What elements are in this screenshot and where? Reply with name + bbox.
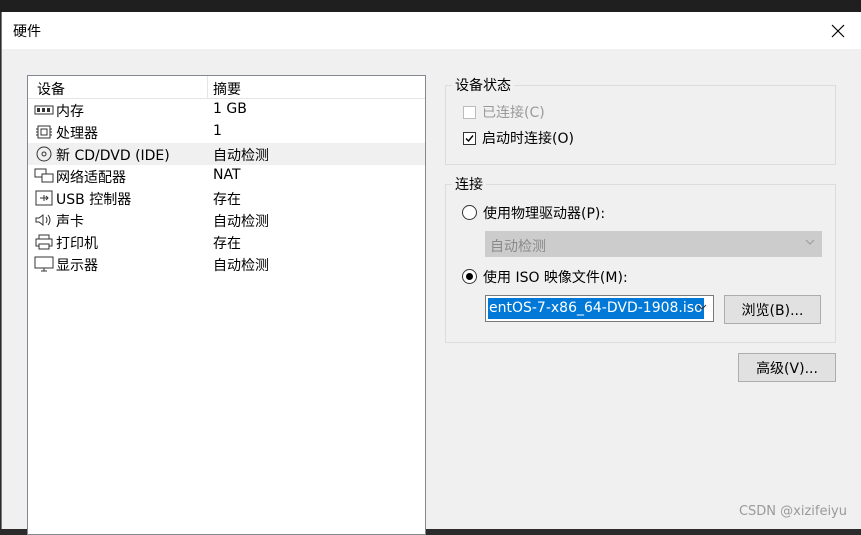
connect-at-power-on-checkbox[interactable] (463, 132, 476, 145)
background-strip (0, 0, 861, 12)
iso-image-label: 使用 ISO 映像文件(M): (483, 270, 628, 286)
dialog-title: 硬件 (13, 24, 41, 40)
chevron-down-icon (697, 304, 707, 310)
column-device[interactable]: 设备 (37, 79, 65, 99)
device-name: 网络适配器 (56, 170, 126, 186)
device-row-memory[interactable]: 内存 1 GB (28, 99, 425, 121)
iso-image-radio[interactable] (462, 269, 477, 284)
device-summary: 自动检测 (213, 148, 269, 164)
device-list[interactable]: 设备 摘要 内存 1 GB 处理器 1 新 CD/DVD (IDE) 自动检测 … (27, 75, 426, 535)
device-summary: NAT (213, 167, 241, 183)
device-name: 新 CD/DVD (IDE) (56, 148, 170, 164)
device-summary: 自动检测 (213, 258, 269, 274)
device-row-display[interactable]: 显示器 自动检测 (28, 253, 425, 275)
iso-path-value[interactable]: entOS-7-x86_64-DVD-1908.iso (488, 298, 704, 319)
browse-label: 浏览(B)... (741, 302, 804, 319)
device-name: 声卡 (56, 214, 84, 230)
device-row-processor[interactable]: 处理器 1 (28, 121, 425, 143)
usb-icon (35, 190, 53, 206)
processor-icon (36, 125, 52, 139)
physical-drive-radio[interactable] (462, 205, 477, 220)
device-row-sound[interactable]: 声卡 自动检测 (28, 209, 425, 231)
device-summary: 存在 (213, 192, 241, 208)
device-status-title: 设备状态 (452, 75, 514, 95)
device-name: USB 控制器 (56, 192, 132, 208)
cd-dvd-icon (36, 146, 52, 162)
device-summary: 1 (213, 123, 222, 139)
chevron-down-icon (805, 239, 815, 245)
advanced-label: 高级(V)... (756, 360, 818, 377)
device-list-header: 设备 摘要 (28, 76, 425, 99)
monitor-icon (34, 256, 54, 272)
device-row-printer[interactable]: 打印机 存在 (28, 231, 425, 253)
device-row-cd-dvd[interactable]: 新 CD/DVD (IDE) 自动检测 (28, 143, 425, 165)
watermark: CSDN @xizifeiyu (738, 504, 847, 519)
device-name: 打印机 (56, 236, 98, 252)
device-summary: 自动检测 (213, 214, 269, 230)
memory-icon (34, 105, 54, 115)
physical-drive-select[interactable]: 自动检测 (485, 231, 822, 257)
device-name: 内存 (56, 104, 84, 120)
connection-group: 连接 使用物理驱动器(P): 自动检测 使用 ISO 映像文件(M): entO… (445, 174, 836, 343)
advanced-button[interactable]: 高级(V)... (738, 353, 836, 382)
device-row-network[interactable]: 网络适配器 NAT (28, 165, 425, 187)
hardware-dialog: 硬件 设备 摘要 内存 1 GB 处理器 1 新 CD/DVD (IDE) 自动… (1, 12, 861, 535)
physical-drive-value: 自动检测 (490, 239, 546, 255)
device-summary: 1 GB (213, 101, 247, 117)
connect-at-power-on-label: 启动时连接(O) (482, 131, 574, 147)
close-icon (831, 24, 845, 37)
device-status-group: 设备状态 已连接(C) 启动时连接(O) (445, 75, 836, 165)
device-summary: 存在 (213, 236, 241, 252)
connected-checkbox[interactable] (463, 106, 476, 119)
device-name: 显示器 (56, 258, 98, 274)
close-button[interactable] (815, 12, 861, 49)
speaker-icon (35, 214, 51, 226)
column-summary[interactable]: 摘要 (213, 79, 241, 99)
iso-path-combo[interactable]: entOS-7-x86_64-DVD-1908.iso (485, 295, 714, 322)
network-icon (34, 168, 54, 183)
printer-icon (35, 234, 53, 250)
device-row-usb[interactable]: USB 控制器 存在 (28, 187, 425, 209)
connected-label: 已连接(C) (482, 105, 545, 121)
connection-title: 连接 (452, 174, 486, 194)
device-name: 处理器 (56, 126, 98, 142)
browse-button[interactable]: 浏览(B)... (724, 295, 821, 324)
physical-drive-label: 使用物理驱动器(P): (483, 206, 606, 222)
checkmark-icon (465, 135, 474, 143)
title-bar: 硬件 (2, 12, 861, 49)
